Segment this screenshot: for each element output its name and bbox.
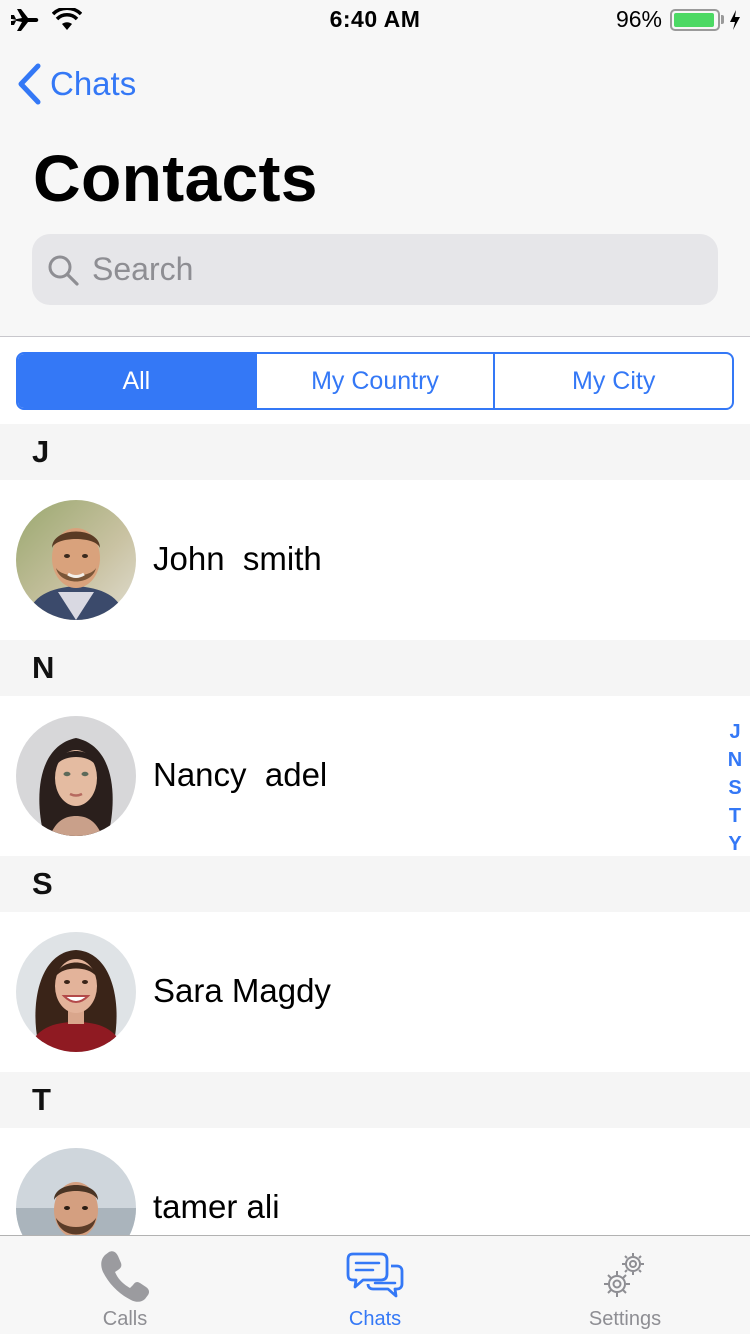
tab-settings-label: Settings [588,1308,662,1330]
tab-calls-label: Calls [102,1308,148,1330]
charging-bolt-icon [730,10,740,30]
tab-bar: Calls Chats Settings [0,1235,750,1334]
back-button-label: Chats [50,65,137,102]
battery-percent: 96% [615,6,662,32]
section-header-t: T [0,1072,750,1128]
battery-icon [670,9,720,31]
tab-calls[interactable]: Calls [0,1236,250,1334]
search-bar[interactable] [32,234,718,305]
contact-name: Nancy adel [153,756,328,793]
chat-bubbles-icon [346,1252,404,1298]
section-header-s: S [0,856,750,912]
status-bar: 6:40 AM 96% [0,0,750,40]
index-letter-y[interactable]: Y [728,830,741,858]
battery-level-fill [674,13,714,27]
index-letter-j[interactable]: J [729,718,740,746]
avatar-sara [16,932,136,1052]
page-title: Contacts [33,141,318,215]
section-index-bar: J N S T Y [722,718,748,858]
segment-all[interactable]: All [18,354,255,408]
gears-icon [604,1253,644,1297]
segment-my-city[interactable]: My City [493,354,732,408]
contact-name: tamer ali [153,1188,280,1225]
section-header-n: N [0,640,750,696]
contact-row-sara[interactable]: Sara Magdy [0,912,750,1072]
segment-my-country[interactable]: My Country [254,354,494,408]
section-header-j: J [0,424,750,480]
header-area: 6:40 AM 96% Chats Contacts [0,0,750,337]
index-letter-n[interactable]: N [728,746,742,774]
tab-chats-label: Chats [348,1308,402,1330]
contact-name: John smith [153,540,322,577]
search-input[interactable] [92,251,692,288]
back-button[interactable]: Chats [16,62,136,106]
tab-settings[interactable]: Settings [500,1236,750,1334]
search-icon [48,255,79,286]
contact-row-john[interactable]: John smith [0,480,750,640]
contact-name: Sara Magdy [153,972,331,1009]
chevron-left-icon [18,63,41,105]
filter-segmented-control: All My Country My City [16,352,734,410]
contact-row-nancy[interactable]: Nancy adel [0,696,750,856]
tab-chats[interactable]: Chats [250,1236,500,1334]
index-letter-t[interactable]: T [729,802,741,830]
index-letter-s[interactable]: S [728,774,741,802]
avatar-john [16,500,136,620]
phone-icon [101,1251,150,1302]
battery-tip [721,15,724,24]
avatar-nancy [16,716,136,836]
